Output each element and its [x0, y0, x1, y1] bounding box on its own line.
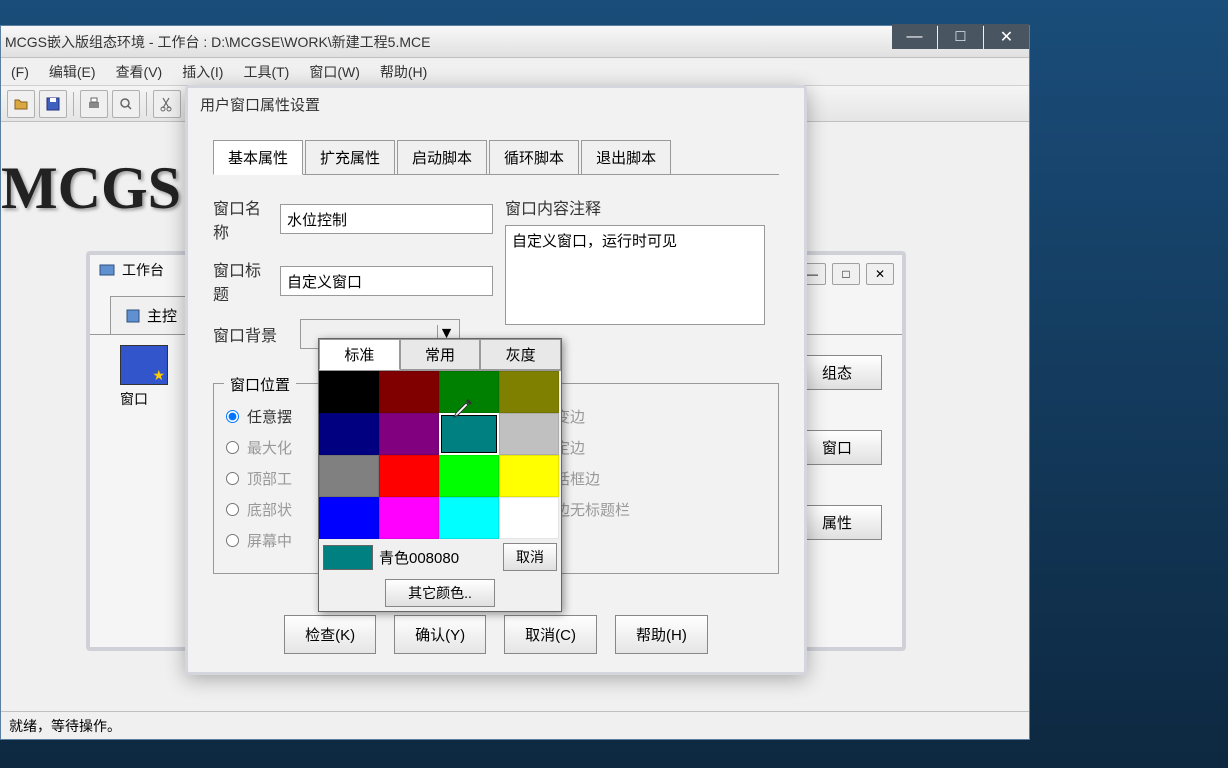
color-cell[interactable] [439, 371, 499, 413]
workspace-tab-main[interactable]: 主控 [110, 296, 192, 335]
tab-start-script[interactable]: 启动脚本 [397, 140, 487, 175]
label-comment: 窗口内容注释 [505, 195, 779, 219]
toolbar-separator [73, 92, 74, 116]
color-cell[interactable] [499, 371, 559, 413]
cp-tab-gray[interactable]: 灰度 [480, 339, 561, 370]
color-picker-other-row: 其它颜色.. [319, 575, 561, 611]
workspace-title-text: 工作台 [122, 260, 164, 280]
menu-tools[interactable]: 工具(T) [237, 60, 295, 84]
color-cell[interactable] [439, 455, 499, 497]
color-cell[interactable] [319, 371, 379, 413]
maximize-button[interactable]: □ [938, 24, 983, 49]
ws-close-button[interactable]: ✕ [866, 263, 894, 285]
ws-restore-button[interactable]: □ [832, 263, 860, 285]
preview-icon[interactable] [112, 90, 140, 118]
label-window-bg: 窗口背景 [213, 322, 288, 346]
minimize-button[interactable]: — [892, 24, 937, 49]
window-item-icon[interactable] [120, 345, 168, 385]
input-window-caption[interactable] [280, 266, 493, 296]
ok-button[interactable]: 确认(Y) [394, 615, 486, 654]
window-title: MCGS嵌入版组态环境 - 工作台 : D:\MCGSE\WORK\新建工程5.… [5, 32, 1025, 52]
other-colors-button[interactable]: 其它颜色.. [385, 579, 495, 607]
statusbar: 就绪，等待操作。 [1, 711, 1029, 739]
status-text: 就绪，等待操作。 [9, 716, 121, 736]
menu-edit[interactable]: 编辑(E) [43, 60, 102, 84]
dialog-buttons: 检查(K) 确认(Y) 取消(C) 帮助(H) [188, 615, 804, 654]
color-cell[interactable] [319, 497, 379, 539]
save-icon[interactable] [39, 90, 67, 118]
workspace-controls: — □ ✕ [798, 263, 894, 285]
menu-help[interactable]: 帮助(H) [374, 60, 433, 84]
titlebar-controls: — □ ✕ [891, 24, 1029, 49]
window-item-label: 窗口 [120, 389, 168, 409]
color-preview [323, 545, 373, 570]
cut-icon[interactable] [153, 90, 181, 118]
color-cell[interactable] [379, 371, 439, 413]
print-icon[interactable] [80, 90, 108, 118]
color-cell[interactable] [439, 497, 499, 539]
menu-file[interactable]: (F) [5, 62, 35, 82]
logo: MCGS [1, 154, 181, 223]
label-window-caption: 窗口标题 [213, 257, 268, 305]
menubar: (F) 编辑(E) 查看(V) 插入(I) 工具(T) 窗口(W) 帮助(H) [1, 58, 1029, 86]
toolbar-separator [146, 92, 147, 116]
tab-exit-script[interactable]: 退出脚本 [581, 140, 671, 175]
menu-insert[interactable]: 插入(I) [176, 60, 229, 84]
color-picker-footer: 青色008080 取消 [319, 539, 561, 575]
help-button[interactable]: 帮助(H) [615, 615, 708, 654]
menu-view[interactable]: 查看(V) [110, 60, 169, 84]
color-cell[interactable] [499, 497, 559, 539]
cp-cancel-button[interactable]: 取消 [503, 543, 557, 571]
check-button[interactable]: 检查(K) [284, 615, 376, 654]
workspace-content: 窗口 [120, 345, 168, 409]
menu-window[interactable]: 窗口(W) [303, 60, 366, 84]
dialog-tabs: 基本属性 扩充属性 启动脚本 循环脚本 退出脚本 [213, 140, 779, 175]
workspace-icon [98, 261, 116, 279]
tab-icon [125, 308, 141, 324]
titlebar: MCGS嵌入版组态环境 - 工作台 : D:\MCGSE\WORK\新建工程5.… [1, 26, 1029, 58]
open-icon[interactable] [7, 90, 35, 118]
color-cell[interactable] [379, 413, 439, 455]
color-cell[interactable] [499, 413, 559, 455]
cancel-button[interactable]: 取消(C) [504, 615, 597, 654]
color-label: 青色008080 [379, 547, 497, 568]
color-cell[interactable] [499, 455, 559, 497]
color-cell[interactable] [319, 455, 379, 497]
cp-tab-standard[interactable]: 标准 [319, 339, 400, 370]
tab-loop-script[interactable]: 循环脚本 [489, 140, 579, 175]
group-position-title: 窗口位置 [224, 374, 296, 395]
textarea-comment[interactable] [505, 225, 765, 325]
color-picker-tabs: 标准 常用 灰度 [319, 339, 561, 371]
color-cell[interactable] [439, 413, 499, 455]
tab-basic[interactable]: 基本属性 [213, 140, 303, 175]
dialog-title: 用户窗口属性设置 [188, 88, 804, 120]
color-cell[interactable] [379, 455, 439, 497]
color-picker: 标准 常用 灰度 青色008080 取消 其它颜色.. [318, 338, 562, 612]
color-cell[interactable] [319, 413, 379, 455]
input-window-name[interactable] [280, 204, 493, 234]
color-grid [319, 371, 561, 539]
color-cell[interactable] [379, 497, 439, 539]
close-button[interactable]: ✕ [984, 24, 1029, 49]
cp-tab-common[interactable]: 常用 [400, 339, 481, 370]
tab-extend[interactable]: 扩充属性 [305, 140, 395, 175]
label-window-name: 窗口名称 [213, 195, 268, 243]
